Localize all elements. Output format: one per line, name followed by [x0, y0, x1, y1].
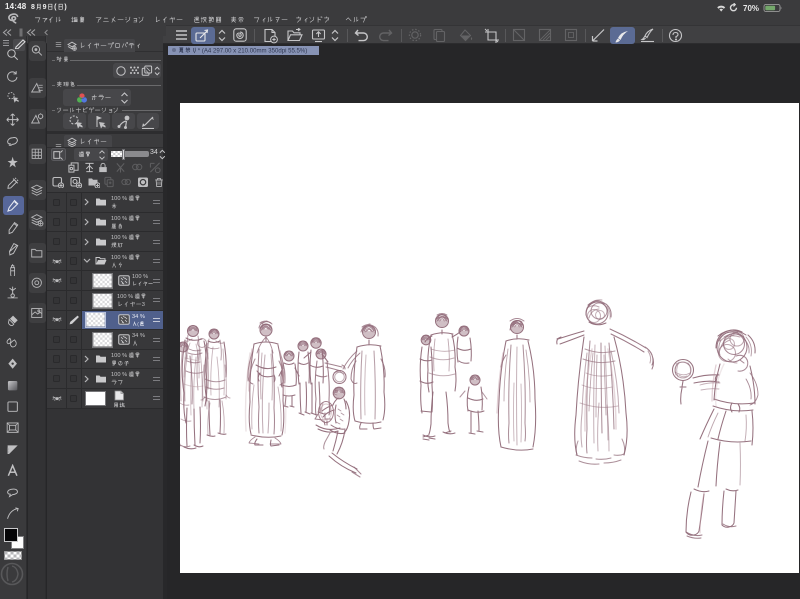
svg-text:9: 9 — [43, 4, 47, 11]
svg-text:100 %: 100 % — [111, 216, 127, 222]
svg-text:* (A4 297.00 x 210.00mm 350dpi: * (A4 297.00 x 210.00mm 350dpi 55.5%) — [198, 48, 308, 54]
svg-text:100 %: 100 % — [117, 294, 133, 300]
svg-text:100 %: 100 % — [111, 255, 127, 261]
svg-text:34 %: 34 % — [132, 333, 145, 339]
svg-text:100 %: 100 % — [111, 196, 127, 202]
svg-text:70%: 70% — [743, 4, 759, 13]
svg-text:(: ( — [54, 4, 57, 11]
svg-text:100 %: 100 % — [111, 353, 127, 359]
svg-text:100 %: 100 % — [111, 372, 127, 378]
svg-text:): ) — [64, 4, 66, 11]
svg-text:34 %: 34 % — [132, 314, 145, 320]
svg-text:3: 3 — [142, 302, 145, 308]
svg-text:100 %: 100 % — [111, 235, 127, 241]
svg-text:100 %: 100 % — [132, 274, 148, 280]
svg-text:(: ( — [137, 321, 139, 327]
svg-text:8: 8 — [31, 4, 35, 11]
